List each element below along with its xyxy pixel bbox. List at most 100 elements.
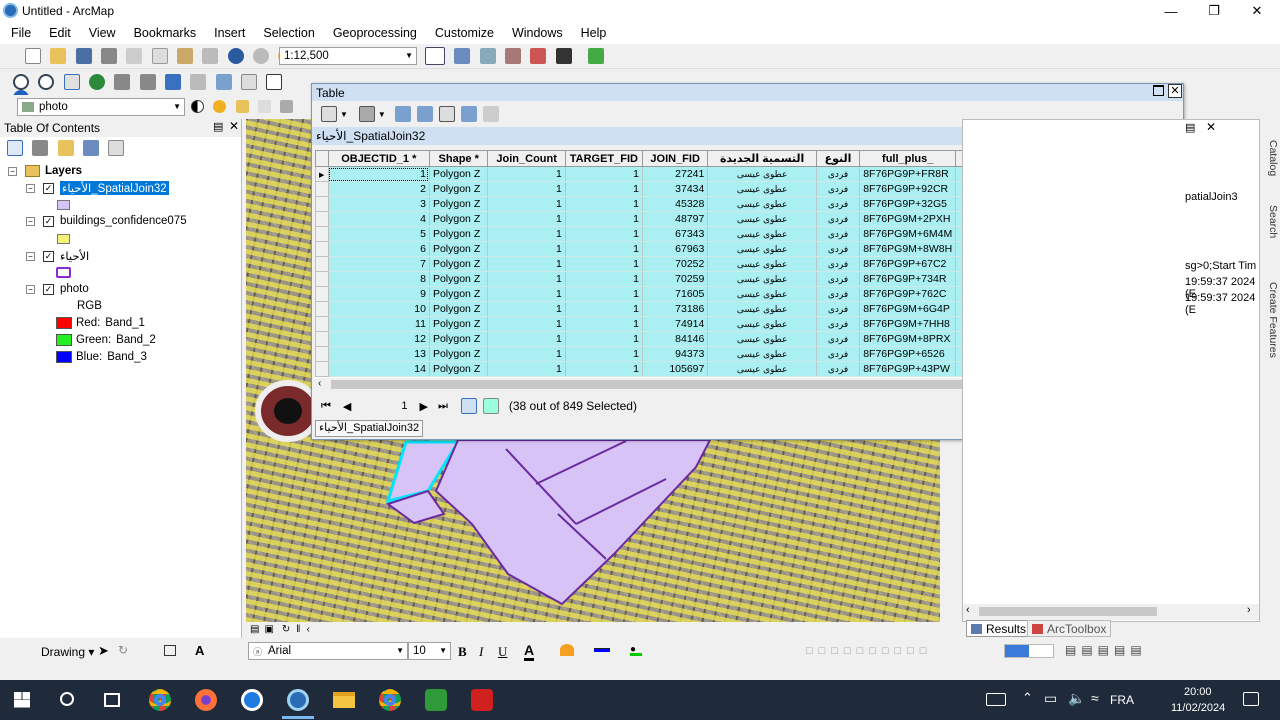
table-cell[interactable]: عطوى عيسى bbox=[707, 181, 817, 197]
row-selector[interactable] bbox=[315, 226, 329, 242]
pin-icon[interactable]: ▤ bbox=[213, 120, 223, 133]
table-cell[interactable]: Polygon Z bbox=[429, 226, 489, 242]
table-cell[interactable]: 74914 bbox=[642, 316, 709, 332]
cut-icon[interactable] bbox=[126, 48, 143, 64]
table-maximize-icon[interactable] bbox=[1153, 85, 1164, 96]
menu-geoprocessing[interactable]: Geoprocessing bbox=[322, 26, 424, 40]
layer-visibility-checkbox[interactable]: ✓ bbox=[43, 283, 54, 295]
brightness-icon[interactable] bbox=[213, 100, 227, 114]
row-selector[interactable] bbox=[315, 331, 329, 347]
swipe-icon[interactable] bbox=[280, 100, 294, 114]
table-cell[interactable]: 10 bbox=[328, 301, 430, 317]
collapse-icon[interactable]: − bbox=[26, 284, 35, 294]
table-cell[interactable]: عطوى عيسى bbox=[707, 346, 817, 362]
first-record-icon[interactable]: ⏮ bbox=[321, 400, 331, 413]
toc-close-icon[interactable]: ✕ bbox=[229, 119, 239, 133]
table-cell[interactable]: 8F76PG9M+8W8H bbox=[859, 241, 957, 257]
table-cell[interactable]: 1 bbox=[487, 286, 566, 302]
table-cell[interactable]: Polygon Z bbox=[429, 181, 489, 197]
table-cell[interactable]: 4 bbox=[328, 211, 430, 227]
list-by-drawing-order-icon[interactable] bbox=[7, 140, 23, 156]
switch-selection-icon[interactable] bbox=[416, 106, 433, 122]
undo-icon[interactable] bbox=[227, 48, 244, 64]
row-selector[interactable] bbox=[315, 286, 329, 302]
python-icon[interactable] bbox=[555, 48, 572, 64]
column-header[interactable]: TARGET_FID bbox=[564, 150, 643, 167]
results-tab[interactable]: Results bbox=[966, 620, 1032, 637]
collapse-icon[interactable]: − bbox=[8, 166, 17, 176]
table-cell[interactable]: 2 bbox=[328, 181, 430, 197]
table-cell[interactable]: 3 bbox=[328, 196, 430, 212]
font-color-button[interactable]: A bbox=[524, 642, 535, 661]
app-circle-icon[interactable] bbox=[241, 689, 263, 711]
table-close-icon[interactable]: ✕ bbox=[1168, 84, 1182, 98]
zoom-in-icon[interactable] bbox=[13, 74, 29, 90]
table-cell[interactable]: 8F76PG9P+32G5 bbox=[859, 196, 957, 212]
create-features-tab[interactable]: Create Features bbox=[1263, 282, 1279, 358]
search-window-icon[interactable] bbox=[505, 48, 522, 64]
collapse-icon[interactable]: − bbox=[26, 251, 35, 261]
table-cell[interactable]: 71605 bbox=[642, 286, 709, 302]
table-cell[interactable]: 1 bbox=[565, 361, 643, 377]
options-icon[interactable] bbox=[108, 140, 125, 156]
table-cell[interactable]: فردى bbox=[816, 346, 861, 362]
table-cell[interactable]: عطوى عيسى bbox=[707, 286, 817, 302]
next-record-icon[interactable]: ▶ bbox=[420, 400, 428, 413]
zoom-to-selected-icon[interactable] bbox=[460, 106, 477, 122]
table-cell[interactable]: 1 bbox=[565, 196, 643, 212]
table-cell[interactable]: 8 bbox=[328, 271, 430, 287]
show-selected-records-icon[interactable] bbox=[482, 398, 499, 414]
toc-layer-neighborhoods[interactable]: − ✓ الأحياء bbox=[26, 249, 89, 263]
scroll-left-icon[interactable]: ‹ bbox=[966, 604, 970, 616]
table-cell[interactable]: 27241 bbox=[642, 166, 709, 182]
table-cell[interactable]: فردى bbox=[816, 196, 861, 212]
clock-date[interactable]: 11/02/2024 bbox=[1171, 702, 1225, 714]
file-explorer-icon[interactable] bbox=[333, 692, 355, 708]
table-cell[interactable]: 1 bbox=[487, 166, 566, 182]
table-cell[interactable]: Polygon Z bbox=[429, 361, 489, 377]
menu-selection[interactable]: Selection bbox=[252, 26, 321, 40]
row-selector[interactable] bbox=[315, 346, 329, 362]
table-cell[interactable]: فردى bbox=[816, 331, 861, 347]
chrome-profile-icon[interactable] bbox=[379, 689, 401, 711]
table-cell[interactable]: Polygon Z bbox=[429, 211, 489, 227]
delete-icon[interactable] bbox=[202, 48, 219, 64]
table-cell[interactable]: 11 bbox=[328, 316, 430, 332]
table-cell[interactable]: 1 bbox=[487, 181, 566, 197]
rotate-icon[interactable]: ↻ bbox=[118, 643, 128, 657]
scroll-right-icon[interactable]: › bbox=[1247, 604, 1251, 616]
menu-insert[interactable]: Insert bbox=[203, 26, 252, 40]
table-cell[interactable]: 1 bbox=[565, 181, 643, 197]
bottom-layer-tab[interactable]: الأحياء_SpatialJoin32 bbox=[315, 420, 424, 437]
table-cell[interactable]: فردى bbox=[816, 241, 861, 257]
table-cell[interactable]: فردى bbox=[816, 181, 861, 197]
table-cell[interactable]: 1 bbox=[565, 346, 643, 362]
flicker-icon[interactable] bbox=[258, 100, 272, 114]
row-selector-header[interactable] bbox=[315, 150, 329, 167]
scroll-thumb[interactable] bbox=[979, 607, 1157, 616]
table-cell[interactable]: فردى bbox=[816, 301, 861, 317]
pan-hand-icon[interactable] bbox=[63, 74, 80, 90]
table-cell[interactable]: 8F76PG9M+8PRX bbox=[859, 331, 957, 347]
close-button[interactable]: ✕ bbox=[1234, 0, 1280, 22]
table-cell[interactable]: 45328 bbox=[642, 196, 709, 212]
table-cell[interactable]: 1 bbox=[487, 301, 566, 317]
table-cell[interactable]: 1 bbox=[487, 211, 566, 227]
table-cell[interactable]: 1 bbox=[565, 301, 643, 317]
table-cell[interactable]: 6 bbox=[328, 241, 430, 257]
column-header[interactable]: Join_Count bbox=[487, 150, 566, 167]
table-cell[interactable]: Polygon Z bbox=[429, 316, 489, 332]
table-cell[interactable]: عطوى عيسى bbox=[707, 166, 817, 182]
table-cell[interactable]: عطوى عيسى bbox=[707, 226, 817, 242]
menu-file[interactable]: File bbox=[0, 26, 38, 40]
windows-start-icon[interactable] bbox=[14, 692, 30, 708]
recorder-icon[interactable] bbox=[471, 689, 493, 711]
search-icon[interactable] bbox=[60, 692, 74, 706]
table-window-titlebar[interactable]: Table ✕ bbox=[312, 84, 1183, 101]
select-elements-arrow-icon[interactable] bbox=[266, 74, 283, 90]
table-cell[interactable]: 1 bbox=[565, 271, 643, 287]
table-cell[interactable]: 1 bbox=[565, 211, 643, 227]
row-selector[interactable] bbox=[315, 361, 329, 377]
tray-chevron-icon[interactable]: ⌃ bbox=[1022, 690, 1033, 706]
menu-windows[interactable]: Windows bbox=[501, 26, 570, 40]
